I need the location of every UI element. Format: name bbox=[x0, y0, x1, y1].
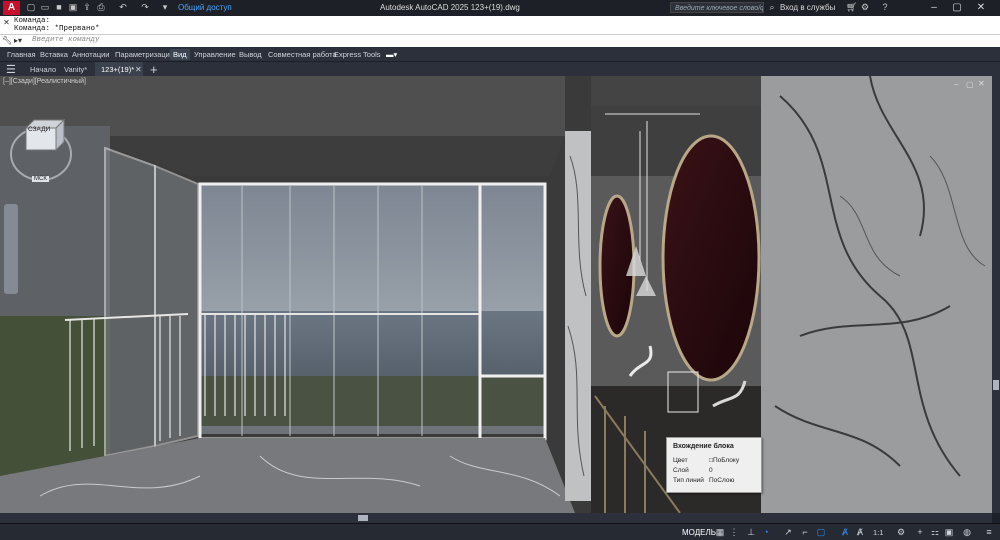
command-recent-icon[interactable]: ▸▾ bbox=[14, 36, 22, 45]
tab-view[interactable]: Вид bbox=[170, 49, 190, 60]
tooltip-value: ПоСлою bbox=[709, 477, 735, 484]
viewport-close-icon[interactable]: ✕ bbox=[978, 79, 985, 88]
tooltip-title: Вхождение блока bbox=[673, 443, 734, 450]
horizontal-scrollbar[interactable] bbox=[0, 513, 992, 523]
cart-icon[interactable]: 🛒︎ bbox=[846, 2, 857, 12]
annotation-scale[interactable]: 1:1 bbox=[873, 528, 883, 537]
maximize-icon[interactable]: ▢ bbox=[948, 1, 966, 14]
tooltip-label: Цвет bbox=[673, 457, 688, 464]
search-input[interactable]: Введите ключевое слово/фразу bbox=[670, 2, 764, 13]
close-icon[interactable]: ✕ bbox=[972, 1, 990, 14]
undo-icon[interactable]: ↶ bbox=[118, 2, 128, 12]
title-bar: A ▢ ▭ ■ ▣ ⇪ ⎙ ↶ ↷ ▾ Общий доступ Autodes… bbox=[0, 0, 1000, 16]
command-history: ✕ Команда: Команда: *Прервано* bbox=[0, 16, 1000, 34]
object-snap-icon[interactable]: ▢ bbox=[816, 527, 826, 537]
drawing-viewport[interactable]: [–][Сзади][Реалистичный] СЗАДИ МСК – ▢ ✕ bbox=[0, 76, 995, 513]
viewport-controls-label[interactable]: [–][Сзади][Реалистичный] bbox=[3, 78, 86, 85]
viewcube-face-label[interactable]: СЗАДИ bbox=[28, 126, 50, 133]
redo-icon[interactable]: ↷ bbox=[140, 2, 150, 12]
workspace-gear-icon[interactable]: ⚙ bbox=[896, 527, 906, 537]
isolate-objects-icon[interactable]: ◍ bbox=[962, 527, 972, 537]
tab-express-tools[interactable]: Express Tools bbox=[334, 50, 381, 59]
viewport-restore-icon[interactable]: ▢ bbox=[966, 80, 974, 89]
tooltip-label: Слой bbox=[673, 467, 689, 474]
tab-collaborate[interactable]: Совместная работа bbox=[268, 50, 337, 59]
window-title: Autodesk AutoCAD 2025 123+(19).dwg bbox=[380, 3, 520, 12]
status-bar: МОДЕЛЬ ▦ ⋮ ⊥ ◔ ↗ ⌐ ▢ Ⱥ Ⱥ 1:1 ⚙ + ⚏ ▣ ◍ ≡ bbox=[0, 523, 1000, 540]
tooltip-value: □ПоБлоку bbox=[709, 457, 740, 464]
command-input[interactable]: Введите команду bbox=[32, 36, 100, 44]
tab-home[interactable]: Главная bbox=[7, 50, 36, 59]
save-icon[interactable]: ■ bbox=[54, 2, 64, 12]
vertical-scrollbar[interactable] bbox=[992, 76, 1000, 513]
sign-in-button[interactable]: Вход в службы bbox=[780, 3, 835, 12]
viewport-minimize-icon[interactable]: – bbox=[954, 80, 958, 89]
close-command-icon[interactable]: ✕ bbox=[2, 18, 11, 27]
save-as-icon[interactable]: ▣ bbox=[68, 2, 78, 12]
tab-insert[interactable]: Вставка bbox=[40, 50, 68, 59]
dynamic-ucs-icon[interactable]: ⊥ bbox=[746, 527, 756, 537]
customize-command-icon[interactable]: 🔧︎ bbox=[2, 36, 12, 45]
rendered-scene bbox=[0, 76, 995, 513]
help-icon[interactable]: ? bbox=[880, 2, 890, 12]
new-tab-icon[interactable]: + bbox=[150, 62, 158, 77]
print-icon[interactable]: ⎙ bbox=[96, 2, 106, 12]
file-tab-vanity[interactable]: Vanity* bbox=[58, 62, 93, 77]
annotation-autoscale-icon[interactable]: Ⱥ bbox=[855, 527, 865, 537]
tab-annotate[interactable]: Аннотации bbox=[72, 50, 110, 59]
quick-properties-icon[interactable]: ▣ bbox=[944, 527, 954, 537]
tooltip-label: Тип линий bbox=[673, 477, 704, 484]
command-line[interactable]: 🔧︎ ▸▾ Введите команду bbox=[0, 34, 1000, 47]
vertical-scroll-thumb[interactable] bbox=[993, 380, 999, 390]
horizontal-scroll-thumb[interactable] bbox=[358, 515, 368, 521]
tooltip-value: 0 bbox=[709, 467, 713, 474]
file-tab-start[interactable]: Начало bbox=[24, 62, 62, 77]
grid-icon[interactable]: ▦ bbox=[715, 527, 725, 537]
polar-tracking-icon[interactable]: ◔ bbox=[761, 527, 771, 537]
tab-manage[interactable]: Управление bbox=[194, 50, 236, 59]
viewcube-ucs-label[interactable]: МСК bbox=[32, 176, 49, 182]
model-space-button[interactable]: МОДЕЛЬ bbox=[682, 528, 716, 537]
file-tabs: ☰ Начало Vanity* 123+(19)* ✕ + bbox=[0, 61, 1000, 77]
annotation-monitor-icon[interactable]: + bbox=[915, 527, 925, 537]
search-icon[interactable]: ⌕ bbox=[767, 2, 777, 12]
tab-output[interactable]: Вывод bbox=[239, 50, 262, 59]
tab-parametric[interactable]: Параметризация bbox=[115, 50, 174, 59]
application-menu-button[interactable]: A bbox=[3, 1, 20, 15]
isodraft-icon[interactable]: ↗ bbox=[783, 527, 793, 537]
ribbon-minimize-icon[interactable]: ▬▾ bbox=[386, 50, 397, 59]
navigation-bar[interactable] bbox=[4, 204, 18, 294]
snap-icon[interactable]: ⋮ bbox=[729, 527, 739, 537]
ribbon-tabs: Главная Вставка Аннотации Параметризация… bbox=[0, 47, 1000, 61]
customize-arrow-icon[interactable]: ▾ bbox=[160, 2, 170, 12]
file-menu-icon[interactable]: ☰ bbox=[6, 63, 16, 76]
command-history-line: Команда: *Прервано* bbox=[14, 25, 100, 33]
command-history-line: Команда: bbox=[14, 17, 51, 25]
annotation-visibility-icon[interactable]: Ⱥ bbox=[840, 527, 850, 537]
new-file-icon[interactable]: ▢ bbox=[26, 2, 36, 12]
close-tab-icon[interactable]: ✕ bbox=[135, 65, 142, 74]
customization-menu-icon[interactable]: ≡ bbox=[984, 527, 994, 537]
object-snap-tracking-icon[interactable]: ⌐ bbox=[800, 527, 810, 537]
share-file-icon[interactable]: ⇪ bbox=[82, 2, 92, 12]
connect-icon[interactable]: ⚙ bbox=[860, 2, 870, 12]
open-file-icon[interactable]: ▭ bbox=[40, 2, 50, 12]
share-link[interactable]: Общий доступ bbox=[178, 3, 232, 12]
units-icon[interactable]: ⚏ bbox=[930, 527, 940, 537]
minimize-icon[interactable]: – bbox=[925, 1, 943, 14]
block-reference-tooltip: Вхождение блока Цвет □ПоБлоку Слой 0 Тип… bbox=[666, 437, 762, 493]
